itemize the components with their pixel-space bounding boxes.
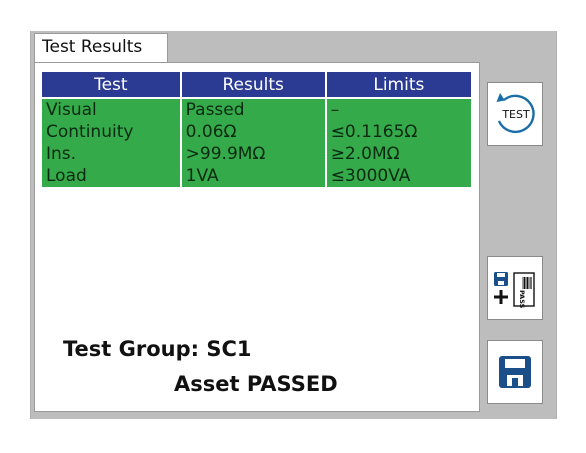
cell-result: 1VA bbox=[179, 165, 327, 189]
test-group-label: Test Group: SC1 bbox=[63, 337, 252, 361]
asset-status: Asset PASSED bbox=[174, 372, 338, 396]
header-limits: Limits bbox=[324, 70, 474, 99]
table-row: Visual Passed – bbox=[40, 98, 474, 121]
cell-limit: ≤3000VA bbox=[324, 165, 474, 189]
table-row: Ins. >99.9MΩ ≥2.0MΩ bbox=[40, 143, 474, 165]
pass-label-icon: PASS bbox=[513, 272, 535, 309]
cell-test: Load bbox=[40, 165, 182, 189]
cell-limit: – bbox=[324, 98, 474, 121]
tab-label: Test Results bbox=[42, 37, 143, 57]
header-results: Results bbox=[179, 70, 327, 99]
retest-icon-text: TEST bbox=[501, 108, 530, 121]
save-and-print-pass-button[interactable]: PASS bbox=[487, 256, 543, 320]
cell-test: Continuity bbox=[40, 121, 182, 143]
save-and-print-pass-label-icon: PASS bbox=[494, 272, 535, 309]
header-test: Test bbox=[40, 70, 182, 99]
results-table: Test Results Limits Visual Passed – Cont… bbox=[40, 70, 474, 189]
cell-result: >99.9MΩ bbox=[179, 143, 327, 165]
tab-test-results[interactable]: Test Results bbox=[34, 33, 168, 63]
table-row: Continuity 0.06Ω ≤0.1165Ω bbox=[40, 121, 474, 143]
save-button[interactable] bbox=[487, 340, 543, 404]
cell-test: Visual bbox=[40, 98, 182, 121]
table-header-row: Test Results Limits bbox=[40, 70, 474, 99]
cell-limit: ≤0.1165Ω bbox=[324, 121, 474, 143]
retest-button[interactable]: TEST bbox=[487, 82, 543, 146]
floppy-disk-icon bbox=[499, 356, 531, 388]
cell-result: 0.06Ω bbox=[179, 121, 327, 143]
pass-label-text: PASS bbox=[518, 290, 526, 309]
retest-icon: TEST bbox=[496, 93, 535, 134]
cell-result: Passed bbox=[179, 98, 327, 121]
table-row: Load 1VA ≤3000VA bbox=[40, 165, 474, 189]
plus-icon bbox=[494, 290, 508, 304]
mini-floppy-icon bbox=[494, 272, 508, 286]
cell-test: Ins. bbox=[40, 143, 182, 165]
cell-limit: ≥2.0MΩ bbox=[324, 143, 474, 165]
